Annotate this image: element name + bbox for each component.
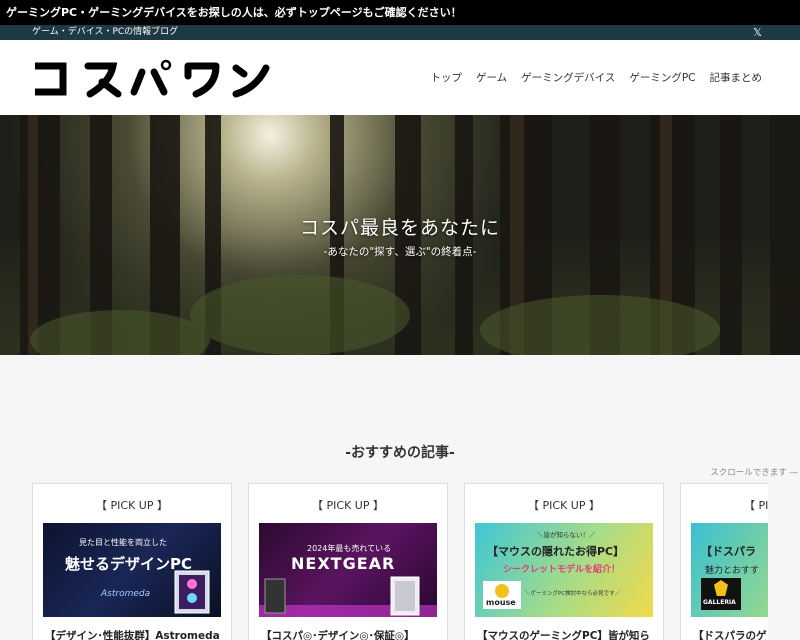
pick-up-label: 【 PICK UP 】 [528, 499, 600, 512]
thumb-headline: 【マウスの隠れたお得PC】 [487, 545, 625, 558]
pc-case-image [174, 570, 210, 614]
nav-item-gaming-pc[interactable]: ゲーミングPC [629, 70, 695, 85]
thumb-text: 見た目と性能を両立した [79, 538, 167, 547]
article-title[interactable]: 【デザイン･性能抜群】Astromeda [45, 628, 225, 640]
article-thumbnail[interactable]: 見た目と性能を両立した 魅せるデザインPC Astromeda [43, 523, 221, 617]
thumb-text: シークレットモデルを紹介！ [503, 565, 621, 575]
article-thumbnail[interactable]: ＼皆が知らない！／ 【マウスの隠れたお得PC】 シークレットモデルを紹介！ ＼ゲ… [475, 523, 653, 617]
site-header: トップ ゲーム ゲーミングデバイス ゲーミングPC 記事まとめ [0, 40, 800, 115]
site-logo[interactable] [30, 54, 270, 102]
pick-up-label: 【 PICK UP 】 [312, 499, 384, 512]
nav-item-gaming-device[interactable]: ゲーミングデバイス [521, 70, 615, 85]
scroll-hint: スクロールできます ― [710, 468, 798, 478]
nav-item-top[interactable]: トップ [430, 70, 462, 85]
galleria-brand: GALLERIA [703, 599, 736, 606]
nextgear-logo: NEXTGEAR [291, 554, 396, 573]
article-card-mouse[interactable]: 【 PICK UP 】 ＼皆が知らない！／ 【マウスの隠れたお得PC】 シークレ… [464, 483, 664, 640]
article-card-astromeda[interactable]: 【 PICK UP 】 見た目と性能を両立した 魅せるデザインPC Astrom… [32, 483, 232, 640]
hero-subtitle: -あなたの"探す、選ぶ"の終着点- [323, 246, 477, 258]
thumb-text: ＼皆が知らない！／ [537, 531, 596, 539]
article-thumbnail[interactable]: 【ドスパラ 魅力とおすす GALLERIA [691, 523, 768, 617]
thumb-headline: 【ドスパラ [701, 545, 756, 558]
recommended-section-title: -おすすめの記事- [345, 445, 455, 461]
nav-item-game[interactable]: ゲーム [476, 70, 507, 85]
hero-title: コスパ最良をあなたに [299, 217, 500, 239]
site-tagline: ゲーム・デバイス・PCの情報ブログ [32, 27, 179, 37]
mouse-logo-mark [495, 584, 509, 598]
logo-graphic [35, 59, 270, 98]
astromeda-logo: Astromeda [101, 589, 151, 599]
pc-case-image [259, 576, 437, 617]
article-card-dospara[interactable]: 【 PICK UP 】 【ドスパラ 魅力とおすす GALLERIA 【ドスパラの… [680, 483, 768, 640]
thumb-text: 魅力とおすす [705, 566, 760, 576]
mouse-brand: mouse [486, 598, 516, 607]
thumb-text: 2024年最も売れている [307, 544, 392, 553]
x-social-icon[interactable]: 𝕏 [753, 25, 762, 40]
recommended-carousel[interactable]: 【 PICK UP 】 見た目と性能を両立した 魅せるデザインPC Astrom… [32, 483, 768, 640]
galleria-emblem-icon [714, 580, 728, 596]
galleria-logo: GALLERIA [701, 578, 741, 610]
hero-banner: コスパ最良をあなたに -あなたの"探す、選ぶ"の終着点- [0, 115, 800, 355]
pick-up-label: 【 PICK UP 】 [744, 499, 768, 512]
thumb-text: ＼ゲーミングPC検討中なら必見です／ [525, 591, 621, 597]
article-title[interactable]: 【ドスパラのゲ [693, 628, 768, 640]
top-notice-bar: ゲーミングPC・ゲーミングデバイスをお探しの人は、必ずトップページもご確認くださ… [0, 0, 800, 25]
mouse-logo: mouse [483, 581, 521, 609]
nav-item-articles[interactable]: 記事まとめ [710, 70, 763, 85]
article-card-nextgear[interactable]: 【 PICK UP 】 2024年最も売れている NEXTGEAR 【コスパ◎･… [248, 483, 448, 640]
main-nav: トップ ゲーム ゲーミングデバイス ゲーミングPC 記事まとめ [430, 40, 762, 115]
pick-up-label: 【 PICK UP 】 [96, 499, 168, 512]
info-bar: ゲーム・デバイス・PCの情報ブログ 𝕏 [0, 25, 800, 40]
article-title[interactable]: 【マウスのゲーミングPC】皆が知ら [477, 628, 657, 640]
article-thumbnail[interactable]: 2024年最も売れている NEXTGEAR [259, 523, 437, 617]
article-title[interactable]: 【コスパ◎･デザイン◎･保証◎】 [261, 628, 441, 640]
